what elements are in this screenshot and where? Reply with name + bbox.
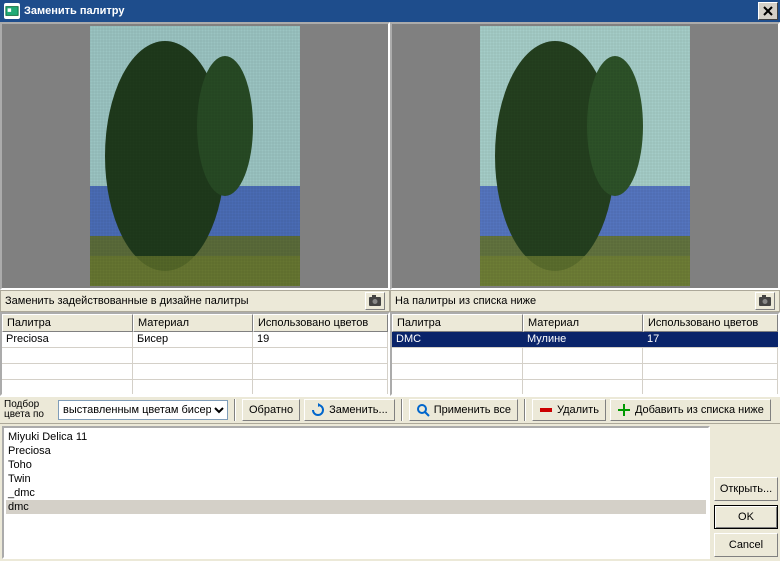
left-preview-pane (0, 22, 390, 290)
table-cell (253, 364, 388, 379)
pick-color-combo[interactable]: выставленным цветам бисера (58, 400, 228, 420)
table-cell (253, 348, 388, 363)
table-cell: 17 (643, 332, 778, 347)
camera-icon (758, 295, 772, 307)
left-preview-image (90, 26, 300, 286)
separator (524, 399, 526, 421)
list-item[interactable]: dmc (6, 500, 706, 514)
table-cell: Бисер (133, 332, 253, 347)
table-row[interactable] (2, 348, 388, 364)
left-th-material[interactable]: Материал (133, 314, 253, 332)
list-item[interactable]: Twin (6, 472, 706, 486)
list-item[interactable]: Miyuki Delica 11 (6, 430, 706, 444)
separator (401, 399, 403, 421)
table-row[interactable] (2, 364, 388, 380)
table-cell (253, 380, 388, 394)
app-icon (4, 3, 20, 19)
window-title: Заменить палитру (24, 5, 758, 17)
preview-row (0, 22, 780, 290)
delete-icon (539, 403, 553, 417)
ok-button[interactable]: OK (714, 505, 778, 529)
open-button[interactable]: Открыть... (714, 477, 778, 501)
table-row[interactable] (2, 380, 388, 394)
left-section-label: Заменить задействованные в дизайне палит… (5, 295, 363, 307)
list-item[interactable]: Preciosa (6, 444, 706, 458)
left-th-palette[interactable]: Палитра (2, 314, 133, 332)
left-th-colors[interactable]: Использовано цветов (253, 314, 388, 332)
pick-color-label: Подбор цвета по (4, 400, 54, 420)
table-cell (523, 364, 643, 379)
table-cell (392, 380, 523, 394)
table-cell (133, 348, 253, 363)
right-section-label: На палитры из списка ниже (395, 295, 753, 307)
titlebar: Заменить палитру (0, 0, 780, 22)
close-icon (763, 6, 773, 16)
table-row[interactable] (392, 380, 778, 394)
left-table: Палитра Материал Использовано цветов Pre… (0, 312, 390, 396)
table-row[interactable] (392, 364, 778, 380)
table-row[interactable] (392, 348, 778, 364)
cancel-button[interactable]: Cancel (714, 533, 778, 557)
left-camera-button[interactable] (365, 292, 385, 310)
table-cell (133, 364, 253, 379)
table-cell: 19 (253, 332, 388, 347)
add-button[interactable]: Добавить из списка ниже (610, 399, 771, 421)
table-cell (2, 364, 133, 379)
table-cell: Preciosa (2, 332, 133, 347)
list-item[interactable]: Toho (6, 458, 706, 472)
camera-icon (368, 295, 382, 307)
palette-listbox[interactable]: Miyuki Delica 11PreciosaTohoTwin_dmcdmc (2, 426, 710, 559)
right-preview-pane (390, 22, 780, 290)
refresh-icon (311, 403, 325, 417)
table-cell (643, 348, 778, 363)
table-cell (523, 348, 643, 363)
table-cell: Мулине (523, 332, 643, 347)
table-cell (392, 348, 523, 363)
right-th-palette[interactable]: Палитра (392, 314, 523, 332)
apply-all-button[interactable]: Применить все (409, 399, 518, 421)
table-cell: DMC (392, 332, 523, 347)
table-row[interactable]: DMCМулине17 (392, 332, 778, 348)
table-cell (643, 364, 778, 379)
table-cell (2, 380, 133, 394)
right-th-colors[interactable]: Использовано цветов (643, 314, 778, 332)
toolbar: Подбор цвета по выставленным цветам бисе… (0, 396, 780, 424)
table-cell (643, 380, 778, 394)
table-cell (2, 348, 133, 363)
table-row[interactable]: PreciosaБисер19 (2, 332, 388, 348)
add-icon (617, 403, 631, 417)
separator (234, 399, 236, 421)
right-preview-image (480, 26, 690, 286)
delete-button[interactable]: Удалить (532, 399, 606, 421)
right-table: Палитра Материал Использовано цветов DMC… (390, 312, 780, 396)
replace-button[interactable]: Заменить... (304, 399, 395, 421)
right-camera-button[interactable] (755, 292, 775, 310)
table-cell (523, 380, 643, 394)
table-cell (392, 364, 523, 379)
magnify-icon (416, 403, 430, 417)
table-cell (133, 380, 253, 394)
list-item[interactable]: _dmc (6, 486, 706, 500)
left-section-header: Заменить задействованные в дизайне палит… (0, 290, 390, 312)
back-button[interactable]: Обратно (242, 399, 300, 421)
right-section-header: На палитры из списка ниже (390, 290, 780, 312)
close-button[interactable] (758, 2, 778, 20)
right-th-material[interactable]: Материал (523, 314, 643, 332)
